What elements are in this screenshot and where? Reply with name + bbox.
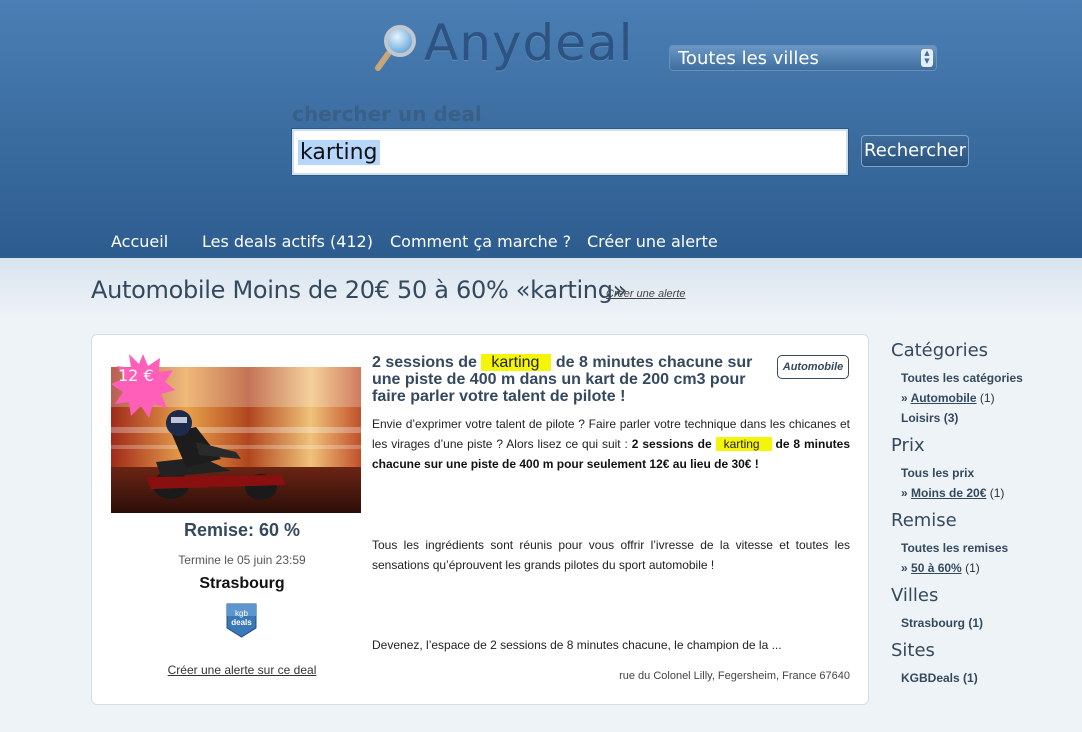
sidebar-item-count: (1) xyxy=(961,561,980,575)
deal-end-date: Termine le 05 juin 23:59 xyxy=(178,553,306,567)
deal-price: 12 € xyxy=(118,366,154,385)
sidebar-item-50-60[interactable]: » 50 à 60% (1) xyxy=(901,561,980,575)
sidebar-item-label: Strasbourg xyxy=(901,616,966,630)
nav-active-deals[interactable]: Les deals actifs (412) xyxy=(202,232,373,251)
selected-marker: » xyxy=(901,561,912,575)
nav-home[interactable]: Accueil xyxy=(111,232,168,251)
city-select[interactable]: Toutes les villes ▲ ▼ xyxy=(669,45,937,71)
deal-city: Strasbourg xyxy=(199,575,285,592)
create-alert-link[interactable]: Créer une alerte xyxy=(606,288,686,300)
sidebar-item-loisirs[interactable]: Loisirs (3) xyxy=(901,411,958,425)
badge-text-1: kgb xyxy=(235,609,248,618)
page-title: Automobile Moins de 20€ 50 à 60% «kartin… xyxy=(91,276,628,304)
sidebar-item-label: Moins de 20€ xyxy=(911,486,987,500)
sidebar-item-count: (1) xyxy=(986,486,1005,500)
main-nav: Accueil Les deals actifs (412) Comment ç… xyxy=(0,228,1082,258)
kgb-deals-logo[interactable]: kgb deals xyxy=(225,602,258,638)
sidebar-item-moins-20[interactable]: » Moins de 20€ (1) xyxy=(901,486,1004,500)
selected-marker: » xyxy=(901,486,912,500)
search-label: chercher un deal xyxy=(292,102,482,126)
sidebar-item-label: Automobile xyxy=(910,391,977,405)
deal-description-2: Tous les ingrédients sont réunis pour vo… xyxy=(372,538,850,572)
deal-alert-link[interactable]: Créer une alerte sur ce deal xyxy=(111,663,373,677)
sidebar-item-strasbourg[interactable]: Strasbourg (1) xyxy=(901,616,983,630)
select-arrows-icon: ▲ ▼ xyxy=(921,49,933,67)
logo-text: Anydeal xyxy=(424,14,634,72)
sidebar-item-label: KGBDeals xyxy=(901,671,960,685)
sidebar-item-count: (1) xyxy=(959,671,978,685)
sidebar-heading-prix: Prix xyxy=(891,435,925,456)
desc-bold-1: 2 sessions de xyxy=(631,437,716,451)
deal-discount: Remise: 60 % xyxy=(183,520,301,540)
sidebar-heading-sites: Sites xyxy=(891,640,935,661)
search-input[interactable]: karting xyxy=(291,128,849,176)
sidebar-item-kgbdeals[interactable]: KGBDeals (1) xyxy=(901,671,978,685)
nav-create-alert[interactable]: Créer une alerte xyxy=(587,232,718,251)
search-input-value: karting xyxy=(298,140,380,165)
sidebar-item-count: (1) xyxy=(976,391,995,405)
sidebar-item-all-discounts[interactable]: Toutes les remises xyxy=(901,541,1008,555)
search-highlight: karting xyxy=(481,354,552,371)
sidebar-heading-categories: Catégories xyxy=(891,340,989,361)
sidebar-heading-villes: Villes xyxy=(891,585,939,606)
selected-marker: » xyxy=(901,391,911,405)
sidebar-heading-remise: Remise xyxy=(891,510,957,531)
deal-description-3: Devenez, l’espace de 2 sessions de 8 min… xyxy=(372,638,782,652)
sidebar-item-all-prices[interactable]: Tous les prix xyxy=(901,466,974,480)
price-burst-icon xyxy=(111,354,175,418)
sidebar-item-automobile[interactable]: » Automobile (1) xyxy=(901,391,995,405)
city-select-value: Toutes les villes xyxy=(678,48,819,69)
category-tag[interactable]: Automobile xyxy=(777,355,849,379)
badge-text-2: deals xyxy=(231,618,252,627)
deal-title-text: 2 sessions de xyxy=(372,354,482,371)
deal-description: Envie d’exprimer votre talent de pilote … xyxy=(372,414,850,474)
sidebar-item-label: 50 à 60% xyxy=(911,561,962,575)
sidebar-item-count: (1) xyxy=(965,616,984,630)
deal-title[interactable]: 2 sessions de karting de 8 minutes chacu… xyxy=(372,354,768,405)
sidebar-item-label: Loisirs xyxy=(901,411,941,425)
sidebar-item-all-categories[interactable]: Toutes les catégories xyxy=(901,371,1023,385)
magnifier-icon xyxy=(375,25,416,71)
search-button[interactable]: Rechercher xyxy=(861,135,969,167)
nav-how-it-works[interactable]: Comment ça marche ? xyxy=(390,232,571,251)
desc-highlight: karting xyxy=(715,437,772,451)
sidebar-item-count: (3) xyxy=(940,411,959,425)
deal-address: rue du Colonel Lilly, Fegersheim, France… xyxy=(619,670,850,682)
